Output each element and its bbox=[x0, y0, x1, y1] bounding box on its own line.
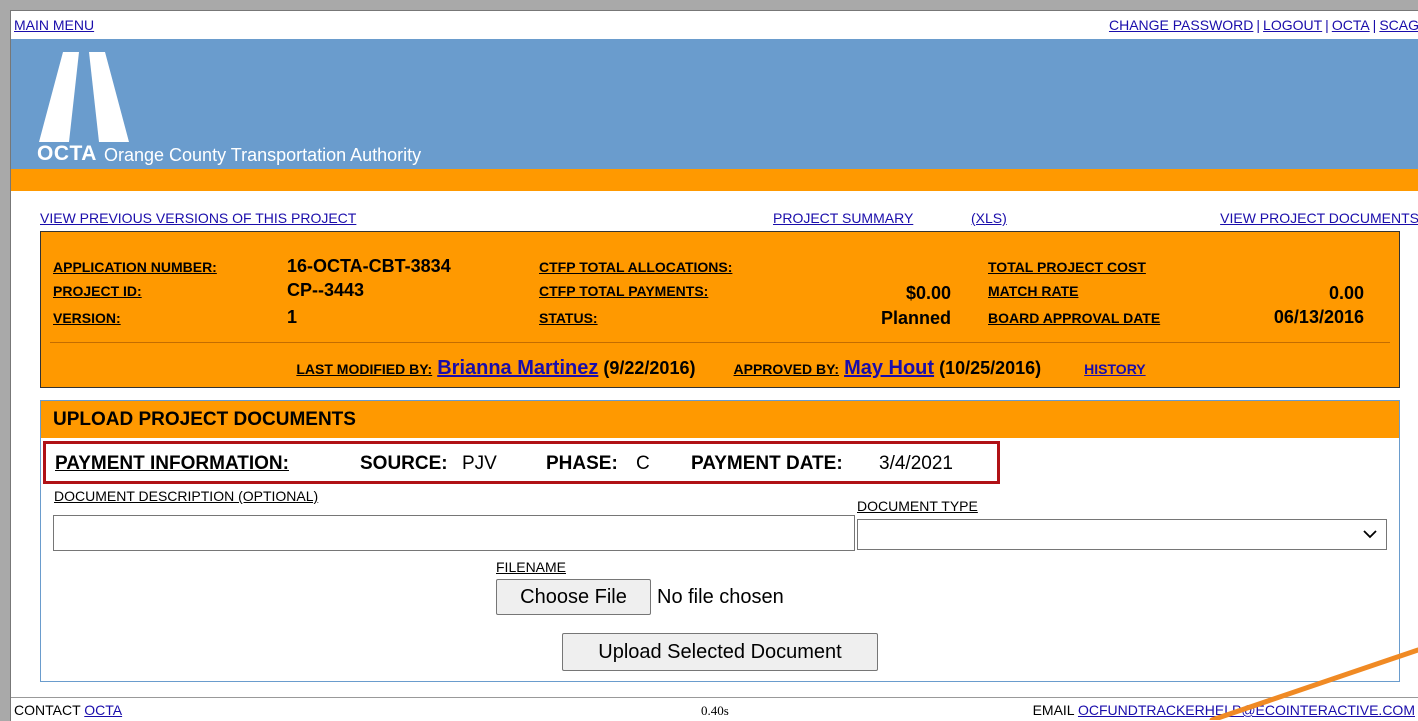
payment-date-label: PAYMENT DATE: bbox=[691, 453, 843, 474]
octa-link[interactable]: OCTA bbox=[1332, 17, 1370, 33]
scag-link[interactable]: SCAG bbox=[1379, 17, 1418, 33]
phase-value: C bbox=[636, 453, 650, 474]
main-menu-link[interactable]: MAIN MENU bbox=[14, 17, 94, 33]
change-password-link[interactable]: CHANGE PASSWORD bbox=[1109, 17, 1253, 33]
last-modified-user-link[interactable]: Brianna Martinez bbox=[437, 357, 598, 379]
separator: | bbox=[1372, 17, 1377, 33]
logout-link[interactable]: LOGOUT bbox=[1263, 17, 1322, 33]
approved-by-user-link[interactable]: May Hout bbox=[844, 357, 934, 379]
board-approval-date-label: BOARD APPROVAL DATE bbox=[988, 310, 1161, 326]
browser-page: MAIN MENU CHANGE PASSWORD | LOGOUT | OCTA | SC… bbox=[10, 10, 1418, 721]
project-info-panel: APPLICATION NUMBER: 16-OCTA-CBT-3834 PRO… bbox=[40, 231, 1400, 388]
modification-line: LAST MODIFIED BY: Brianna Martinez (9/22… bbox=[41, 357, 1401, 380]
project-summary-xls-link[interactable]: (XLS) bbox=[971, 210, 1007, 226]
version-value: 1 bbox=[287, 307, 298, 327]
logo-wordmark: OCTA bbox=[37, 142, 97, 165]
ctfp-total-payments-value: $0.00 bbox=[905, 283, 951, 303]
footer-contact: CONTACT OCTA bbox=[14, 702, 122, 718]
top-links-bar: MAIN MENU CHANGE PASSWORD | LOGOUT | OCTA | SC… bbox=[11, 15, 1418, 35]
support-email-link[interactable]: OCFUNDTRACKERHELP@ECOINTERACTIVE.COM bbox=[1078, 702, 1415, 718]
approved-by-date: (10/25/2016) bbox=[939, 358, 1042, 378]
chevron-down-icon bbox=[1363, 530, 1377, 539]
contact-octa-link[interactable]: OCTA bbox=[84, 702, 122, 718]
upload-section-title: UPLOAD PROJECT DOCUMENTS bbox=[41, 401, 1399, 438]
last-modified-label: LAST MODIFIED BY: bbox=[296, 361, 433, 377]
project-nav: VIEW PREVIOUS VERSIONS OF THIS PROJECT P… bbox=[11, 210, 1418, 228]
contact-label: CONTACT bbox=[14, 702, 81, 718]
separator: | bbox=[1325, 17, 1329, 33]
organization-name: Orange County Transportation Authority bbox=[104, 145, 422, 165]
ctfp-total-allocations-label: CTFP TOTAL ALLOCATIONS: bbox=[539, 259, 733, 275]
document-description-input[interactable] bbox=[53, 515, 855, 551]
filename-label: FILENAME bbox=[496, 559, 567, 575]
total-project-cost-label: TOTAL PROJECT COST bbox=[988, 259, 1146, 275]
separator: | bbox=[1256, 17, 1261, 33]
project-summary-link[interactable]: PROJECT SUMMARY bbox=[773, 210, 913, 226]
source-value: PJV bbox=[462, 453, 497, 474]
previous-versions-link[interactable]: VIEW PREVIOUS VERSIONS OF THIS PROJECT bbox=[40, 210, 356, 226]
account-links: CHANGE PASSWORD | LOGOUT | OCTA | SCAG bbox=[1109, 17, 1418, 33]
footer: CONTACT OCTA 0.40s EMAIL OCFUNDTRACKERHE… bbox=[11, 697, 1418, 721]
approved-by-label: APPROVED BY: bbox=[733, 361, 840, 377]
document-description-label: DOCUMENT DESCRIPTION (OPTIONAL) bbox=[54, 488, 319, 504]
upload-documents-panel: UPLOAD PROJECT DOCUMENTS PAYMENT INFORMA… bbox=[40, 400, 1400, 682]
match-rate-label: MATCH RATE bbox=[988, 283, 1079, 299]
footer-email: EMAIL OCFUNDTRACKERHELP@ECOINTERACTIVE.C… bbox=[1033, 702, 1415, 718]
page-timing: 0.40s bbox=[701, 703, 729, 718]
ctfp-total-payments-label: CTFP TOTAL PAYMENTS: bbox=[539, 283, 709, 299]
board-approval-date-value: 06/13/2016 bbox=[1273, 307, 1364, 327]
status-label: STATUS: bbox=[539, 310, 598, 326]
info-divider bbox=[50, 342, 1390, 343]
history-link[interactable]: HISTORY bbox=[1084, 361, 1145, 377]
source-label: SOURCE: bbox=[360, 453, 448, 474]
project-id-value: CP--3443 bbox=[287, 280, 365, 300]
file-status-text: No file chosen bbox=[657, 586, 784, 608]
last-modified-date: (9/22/2016) bbox=[603, 358, 696, 378]
status-value: Planned bbox=[880, 308, 951, 328]
payment-date-value: 3/4/2021 bbox=[879, 453, 953, 474]
payment-information-label: PAYMENT INFORMATION: bbox=[55, 453, 289, 474]
project-id-label: PROJECT ID: bbox=[53, 283, 142, 299]
application-number-label: APPLICATION NUMBER: bbox=[53, 259, 217, 275]
header-stripe bbox=[11, 169, 1418, 191]
document-type-label: DOCUMENT TYPE bbox=[857, 498, 978, 514]
application-number-value: 16-OCTA-CBT-3834 bbox=[287, 256, 451, 276]
view-project-documents-link[interactable]: VIEW PROJECT DOCUMENTS bbox=[1220, 210, 1418, 226]
octa-logo-icon bbox=[39, 52, 129, 142]
upload-document-button[interactable]: Upload Selected Document bbox=[562, 633, 878, 671]
document-type-select[interactable] bbox=[857, 519, 1387, 550]
header-banner: OCTA Orange County Transportation Author… bbox=[11, 39, 1418, 169]
phase-label: PHASE: bbox=[546, 453, 618, 474]
version-label: VERSION: bbox=[53, 310, 121, 326]
choose-file-button[interactable]: Choose File bbox=[496, 579, 651, 615]
payment-information-highlight: PAYMENT INFORMATION: SOURCE: PJV PHASE: … bbox=[43, 441, 1000, 484]
match-rate-value: 0.00 bbox=[1328, 283, 1364, 303]
email-label: EMAIL bbox=[1032, 702, 1075, 718]
